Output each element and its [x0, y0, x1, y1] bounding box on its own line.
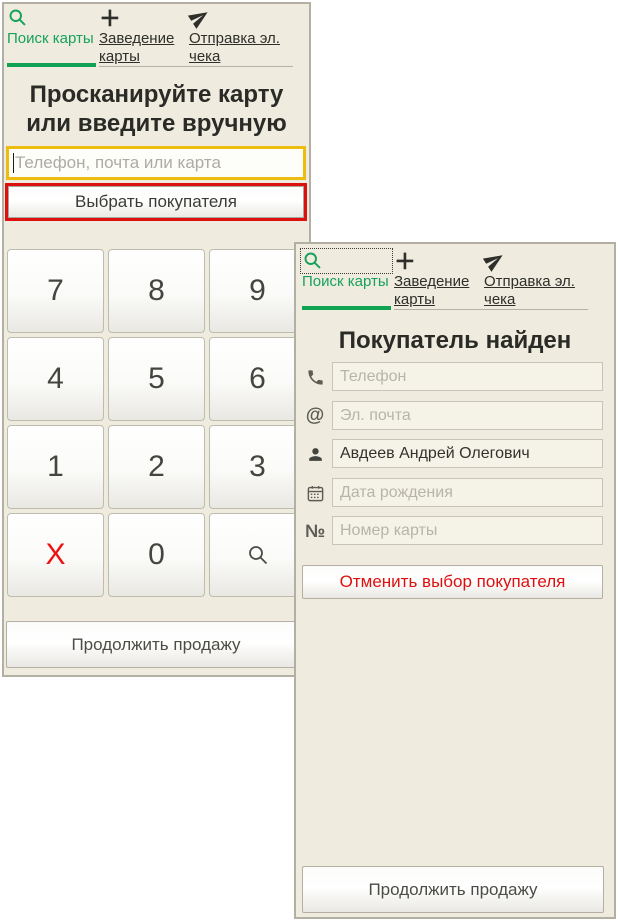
email-field-row: @ [300, 401, 603, 430]
tab-send-receipt[interactable]: Отправка эл. чека [187, 7, 293, 67]
tab-send-receipt[interactable]: Отправка эл. чека [482, 250, 588, 310]
send-icon [482, 250, 588, 272]
send-icon [187, 7, 293, 29]
tab-label: Отправка эл. чека [189, 30, 280, 65]
card-number-field-row: № [300, 516, 603, 545]
page-title: Просканируйте карту или введите вручную [26, 81, 287, 137]
plus-icon [394, 250, 484, 272]
key-3[interactable]: 3 [209, 425, 306, 509]
phone-input[interactable] [332, 362, 603, 391]
phone-field-row [300, 362, 603, 391]
email-input[interactable] [332, 401, 603, 430]
key-clear[interactable]: X [7, 513, 104, 597]
key-search[interactable] [209, 513, 306, 597]
tab-label: Заведение карты [99, 30, 175, 65]
person-icon [302, 442, 328, 466]
card-search-input[interactable] [9, 149, 303, 177]
tab-label: Заведение карты [394, 273, 470, 308]
key-0[interactable]: 0 [108, 513, 205, 597]
tab-card-create[interactable]: Заведение карты [394, 250, 484, 310]
calendar-icon [302, 481, 328, 505]
tab-card-search[interactable]: Поиск карты [300, 248, 393, 310]
numeric-keypad: 7 8 9 4 5 6 1 2 3 X 0 [7, 249, 306, 597]
key-5[interactable]: 5 [108, 337, 205, 421]
key-2[interactable]: 2 [108, 425, 205, 509]
key-1[interactable]: 1 [7, 425, 104, 509]
birthdate-field-row [300, 478, 603, 507]
at-icon: @ [305, 405, 325, 426]
cancel-customer-button[interactable]: Отменить выбор покупателя [302, 565, 603, 599]
phone-icon [302, 365, 328, 389]
name-field-row [300, 439, 603, 468]
key-8[interactable]: 8 [108, 249, 205, 333]
tab-label: Поиск карты [7, 30, 94, 47]
name-input[interactable] [332, 439, 603, 468]
text-caret [13, 153, 14, 173]
card-number-icon: № [304, 520, 326, 541]
search-icon [300, 248, 393, 274]
panel-title: Покупатель найден [338, 327, 572, 354]
card-number-input[interactable] [332, 516, 603, 545]
card-search-panel: Поиск карты Заведение карты Отправка эл.… [2, 2, 311, 677]
key-4[interactable]: 4 [7, 337, 104, 421]
birthdate-input[interactable] [332, 478, 603, 507]
continue-sale-button[interactable]: Продолжить продажу [302, 866, 604, 913]
tab-label: Отправка эл. чека [484, 273, 575, 308]
tab-label: Поиск карты [302, 273, 389, 290]
continue-sale-button[interactable]: Продолжить продажу [6, 621, 306, 668]
search-icon [246, 543, 270, 567]
customer-found-panel: Поиск карты Заведение карты Отправка эл.… [294, 242, 616, 919]
search-icon [7, 7, 96, 29]
key-6[interactable]: 6 [209, 337, 306, 421]
key-9[interactable]: 9 [209, 249, 306, 333]
tab-card-search[interactable]: Поиск карты [7, 7, 96, 67]
tab-card-create[interactable]: Заведение карты [99, 7, 189, 67]
plus-icon [99, 7, 189, 29]
pos-loyalty-screen: Поиск карты Заведение карты Отправка эл.… [0, 0, 618, 920]
key-7[interactable]: 7 [7, 249, 104, 333]
select-customer-button[interactable]: Выбрать покупателя [5, 183, 307, 221]
card-search-input-wrap [6, 146, 306, 180]
